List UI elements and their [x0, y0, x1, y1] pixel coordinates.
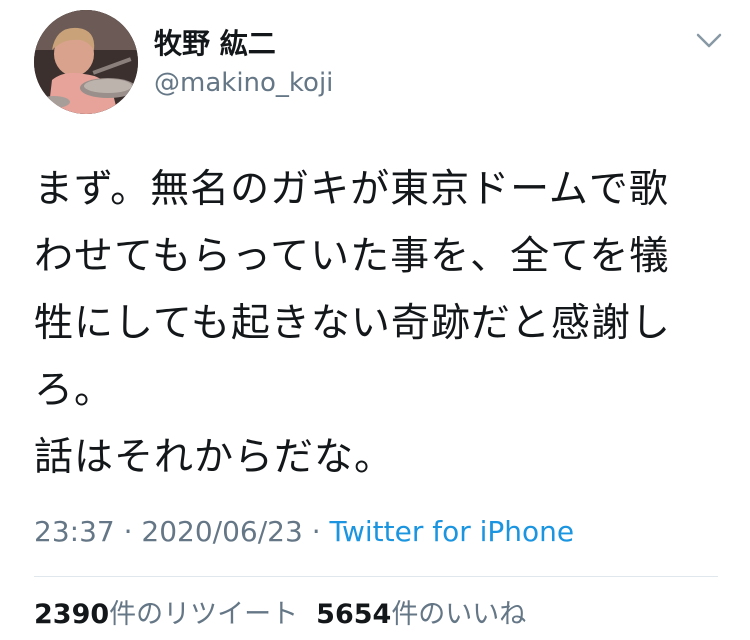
avatar[interactable] — [34, 10, 138, 114]
like-label: 件のいいね — [391, 599, 527, 630]
meta-separator: · — [302, 515, 330, 548]
retweet-label: 件のリツイート — [109, 599, 299, 630]
like-count: 5654 — [316, 599, 392, 630]
retweet-stat[interactable]: 2390件のリツイート — [34, 599, 298, 630]
like-stat[interactable]: 5654件のいいね — [316, 599, 526, 630]
retweet-count: 2390 — [34, 599, 110, 630]
meta-separator: · — [114, 515, 142, 548]
divider — [34, 576, 718, 577]
display-name[interactable]: 牧野 紘二 — [154, 26, 276, 62]
tweet-meta: 23:37 · 2020/06/23 · Twitter for iPhone — [34, 512, 574, 552]
chevron-down-icon[interactable] — [694, 30, 724, 52]
tweet-date[interactable]: 2020/06/23 — [141, 515, 302, 548]
profile-photo-drummer-icon — [34, 10, 138, 114]
tweet-stats: 2390件のリツイート 5654件のいいね — [34, 596, 544, 634]
tweet-time[interactable]: 23:37 — [34, 515, 115, 548]
tweet-text: まず。無名のガキが東京ドームで歌 わせてもらっていた事を、全てを犠 牲にしても起… — [34, 167, 671, 480]
user-handle[interactable]: @makino_koji — [154, 66, 333, 100]
tweet-source-link[interactable]: Twitter for iPhone — [330, 515, 575, 548]
